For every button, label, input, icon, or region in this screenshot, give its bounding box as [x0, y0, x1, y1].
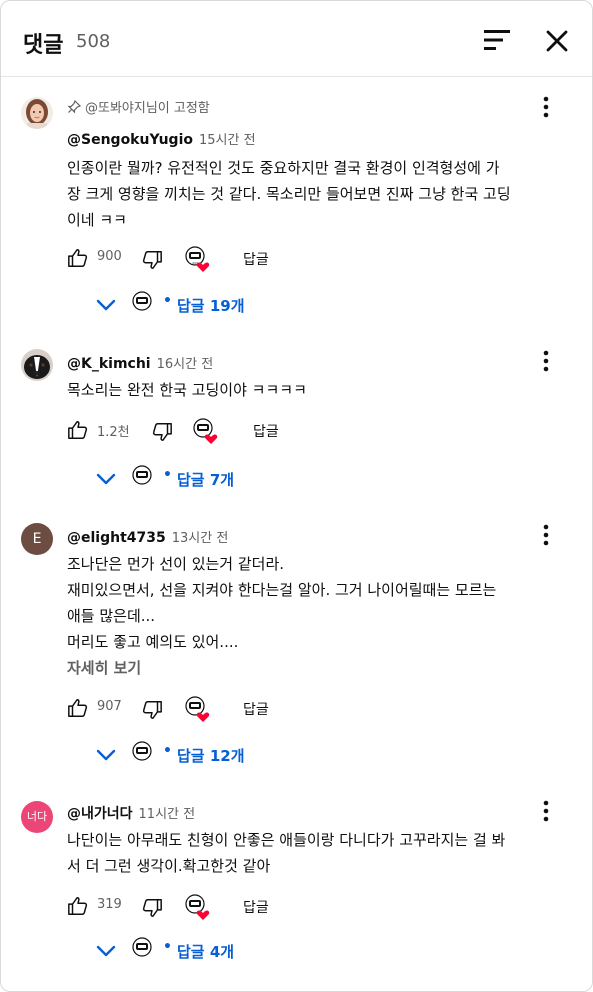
reply-button[interactable]: 답글 [243, 897, 269, 917]
chevron-down-icon [96, 945, 116, 957]
replies-count-label: 답글 12개 [177, 747, 245, 765]
comments-panel: 댓글 508 @또봐야지님이 고정함 @SengokuYugio 15시간 전 … [0, 0, 593, 992]
thumbs-up-icon[interactable] [67, 895, 89, 917]
close-icon[interactable] [541, 25, 573, 57]
creator-heart-icon: ddd [185, 246, 210, 272]
more-vertical-icon[interactable] [537, 95, 555, 119]
comment-text: 인종이란 뭘까? 유전적인 것도 중요하지만 결국 환경이 인격형성에 가 장 … [67, 159, 511, 229]
creator-heart-icon [193, 418, 218, 444]
comment-actions: 319 답글 [67, 893, 327, 921]
replies-count-label: 답글 19개 [177, 297, 245, 315]
creator-avatar-icon [132, 465, 152, 485]
thumbs-down-icon[interactable] [141, 249, 163, 271]
view-replies-button[interactable]: • 답글 12개 [95, 741, 295, 771]
view-replies-button[interactable]: • 답글 4개 [95, 937, 295, 967]
dog-photo-icon [21, 349, 53, 381]
creator-avatar-icon [132, 741, 152, 761]
author-handle[interactable]: @SengokuYugio [67, 132, 193, 148]
comment-time[interactable]: 16시간 전 [157, 357, 214, 372]
creator-avatar-icon [132, 937, 152, 957]
comment-meta: @SengokuYugio 15시간 전 [67, 129, 256, 148]
panel-title: 댓글 [23, 33, 64, 58]
thumbs-up-icon[interactable] [67, 419, 89, 441]
separator-dot: • [163, 743, 172, 759]
pinned-text: @또봐야지님이 고정함 [85, 101, 210, 116]
comment-actions: 1.2천 답글 [67, 417, 327, 445]
view-replies-button[interactable]: • 답글 7개 [95, 465, 295, 495]
more-vertical-icon[interactable] [537, 349, 555, 373]
comment-text: 조나단은 먼가 선이 있는거 같더라. 재미있으면서, 선을 지켜야 한다는걸 … [67, 555, 497, 651]
comment-meta: @K_kimchi 16시간 전 [67, 353, 213, 372]
creator-heart-icon [185, 696, 210, 722]
comments-header: 댓글 508 [1, 1, 592, 77]
comment-meta: @내가너다 11시간 전 [67, 803, 195, 823]
avatar[interactable] [21, 349, 53, 381]
thumbs-down-icon[interactable] [151, 421, 173, 443]
replies-count-label: 답글 7개 [177, 471, 235, 489]
like-count: 1.2천 [97, 425, 130, 440]
chevron-down-icon [96, 299, 116, 311]
comment-time[interactable]: 15시간 전 [199, 133, 256, 148]
more-vertical-icon[interactable] [537, 523, 555, 547]
comment-actions: 907 답글 [67, 695, 327, 723]
author-handle[interactable]: @내가너다 [67, 806, 133, 822]
like-count: 319 [97, 897, 122, 912]
thumbs-down-icon[interactable] [141, 699, 163, 721]
creator-avatar-icon [132, 291, 152, 311]
comment-count: 508 [76, 31, 111, 52]
separator-dot: • [163, 467, 172, 483]
creator-heart-icon [185, 894, 210, 920]
replies-count-label: 답글 4개 [177, 943, 235, 961]
chevron-down-icon [96, 749, 116, 761]
pinned-label: @또봐야지님이 고정함 [67, 97, 210, 116]
separator-dot: • [163, 293, 172, 309]
woman-photo-icon [21, 97, 53, 129]
comment-text: 나단이는 아무래도 친형이 안좋은 애들이랑 다니다가 고꾸라지는 걸 봐 서 … [67, 831, 506, 875]
thumbs-down-icon[interactable] [141, 897, 163, 919]
avatar[interactable]: 너다 [21, 801, 53, 833]
comment-meta: @elight4735 13시간 전 [67, 527, 228, 546]
thumbs-up-icon[interactable] [67, 247, 89, 269]
separator-dot: • [163, 939, 172, 955]
pin-icon [67, 100, 81, 114]
like-count: 900 [97, 249, 122, 264]
view-replies-button[interactable]: • 답글 19개 [95, 291, 295, 321]
avatar[interactable] [21, 97, 53, 129]
avatar[interactable]: E [21, 523, 53, 555]
comment-time[interactable]: 13시간 전 [172, 531, 229, 546]
comment-time[interactable]: 11시간 전 [139, 807, 196, 822]
comment-actions: 900 ddd 답글 [67, 245, 327, 273]
reply-button[interactable]: 답글 [243, 249, 269, 269]
read-more-link[interactable]: 자세히 보기 [67, 657, 141, 678]
comment-text: 목소리는 완전 한국 고딩이야 ㅋㅋㅋㅋ [67, 381, 307, 399]
author-handle[interactable]: @elight4735 [67, 530, 166, 546]
reply-button[interactable]: 답글 [243, 699, 269, 719]
thumbs-up-icon[interactable] [67, 697, 89, 719]
sort-icon[interactable] [481, 27, 513, 53]
like-count: 907 [97, 699, 122, 714]
author-handle[interactable]: @K_kimchi [67, 356, 151, 372]
chevron-down-icon [96, 473, 116, 485]
more-vertical-icon[interactable] [537, 799, 555, 823]
reply-button[interactable]: 답글 [253, 421, 279, 441]
